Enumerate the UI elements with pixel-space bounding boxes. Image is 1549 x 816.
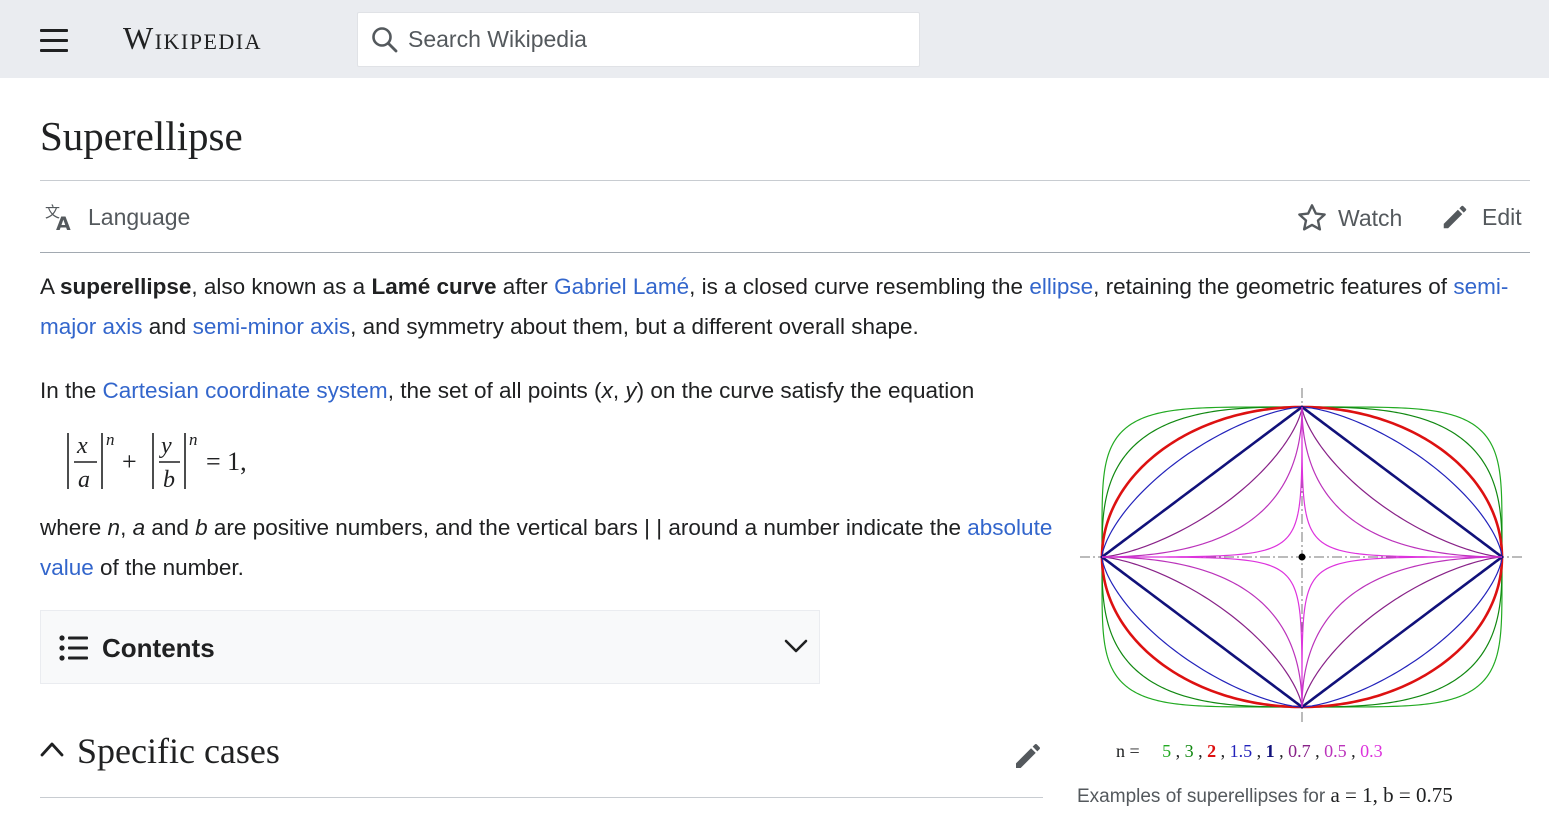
legend-item-n-0.7: 0.7 (1288, 741, 1311, 761)
search-icon (372, 26, 398, 52)
section-heading: Specific cases (77, 731, 280, 771)
search-box[interactable] (357, 12, 920, 67)
link-semi-minor-axis[interactable]: semi-minor axis (193, 314, 351, 339)
watch-label: Watch (1338, 204, 1403, 231)
legend-item-n-3: 3 (1184, 741, 1194, 761)
language-icon: 文 A (45, 203, 71, 232)
legend-separator: , (1274, 741, 1289, 761)
svg-text:n: n (189, 430, 198, 449)
legend-item-n-0.3: 0.3 (1360, 741, 1383, 761)
watch-button[interactable]: Watch (1296, 202, 1402, 234)
origin-point (1298, 553, 1306, 561)
hamburger-icon (40, 28, 68, 32)
figure-legend: n = 5 , 3 , 2 , 1.5 , 1 , 0.7 , 0.5 , 0.… (1116, 741, 1383, 762)
legend-prefix: n = (1116, 741, 1145, 761)
legend-items: 5 , 3 , 2 , 1.5 , 1 , 0.7 , 0.5 , 0.3 (1162, 741, 1383, 762)
svg-text:+: + (122, 447, 137, 476)
section-divider (40, 797, 1043, 798)
chevron-up-icon[interactable] (40, 740, 64, 758)
site-header: Wikipedia (0, 0, 1549, 78)
legend-item-n-1: 1 (1265, 741, 1275, 761)
edit-label: Edit (1482, 203, 1522, 230)
language-button[interactable]: 文 A Language (44, 202, 190, 232)
wikipedia-wordmark[interactable]: Wikipedia (123, 20, 262, 57)
link-ellipse[interactable]: ellipse (1029, 274, 1093, 299)
svg-text:y: y (159, 433, 172, 459)
pencil-icon (1443, 205, 1467, 229)
main-menu-button[interactable] (30, 20, 78, 60)
title-divider (40, 180, 1530, 181)
link-cartesian-coordinate-system[interactable]: Cartesian coordinate system (103, 378, 388, 403)
legend-item-n-2: 2 (1207, 741, 1217, 761)
link-gabriel-lame[interactable]: Gabriel Lamé (554, 274, 689, 299)
contents-toggle[interactable]: Contents (40, 610, 820, 684)
caption-math: a = 1, b = 0.75 (1330, 783, 1453, 807)
intro-paragraph: A superellipse, also known as a Lamé cur… (40, 274, 1509, 339)
legend-separator: , (1252, 741, 1266, 761)
superellipse-figure[interactable] (1076, 385, 1526, 725)
language-label: Language (88, 203, 191, 230)
legend-separator: , (1171, 741, 1185, 761)
legend-item-n-0.5: 0.5 (1324, 741, 1347, 761)
toolbar-divider (40, 252, 1530, 253)
legend-separator: , (1193, 741, 1208, 761)
svg-text:= 1,: = 1, (206, 447, 247, 476)
cartesian-paragraph: In the Cartesian coordinate system, the … (40, 378, 975, 403)
svg-text:b: b (163, 467, 175, 493)
svg-text:n: n (106, 430, 115, 449)
page-title: Superellipse (40, 113, 243, 159)
svg-text:A: A (56, 213, 71, 232)
search-input[interactable] (408, 26, 888, 53)
star-icon (1298, 204, 1326, 231)
where-paragraph: where n, a and b are positive numbers, a… (40, 515, 1053, 580)
superellipse-equation: x a n + y b n = 1, (67, 430, 247, 493)
section-edit-pencil-icon[interactable] (1012, 740, 1044, 772)
legend-item-n-5: 5 (1162, 741, 1172, 761)
contents-label: Contents (102, 633, 215, 663)
term-lame-curve: Lamé curve (371, 274, 497, 299)
list-icon (59, 635, 88, 661)
legend-separator: , (1346, 741, 1361, 761)
legend-separator: , (1310, 741, 1325, 761)
edit-button[interactable]: Edit (1440, 202, 1522, 232)
chevron-down-icon (784, 639, 808, 653)
svg-text:a: a (78, 467, 90, 493)
figure-caption: Examples of superellipses for a = 1, b =… (1077, 783, 1453, 807)
svg-text:x: x (76, 433, 88, 459)
page-toolbar: 文 A Language Watch Edit (40, 192, 1530, 248)
legend-item-n-1.5: 1.5 (1229, 741, 1253, 761)
term-superellipse: superellipse (60, 274, 192, 299)
legend-separator: , (1216, 741, 1230, 761)
